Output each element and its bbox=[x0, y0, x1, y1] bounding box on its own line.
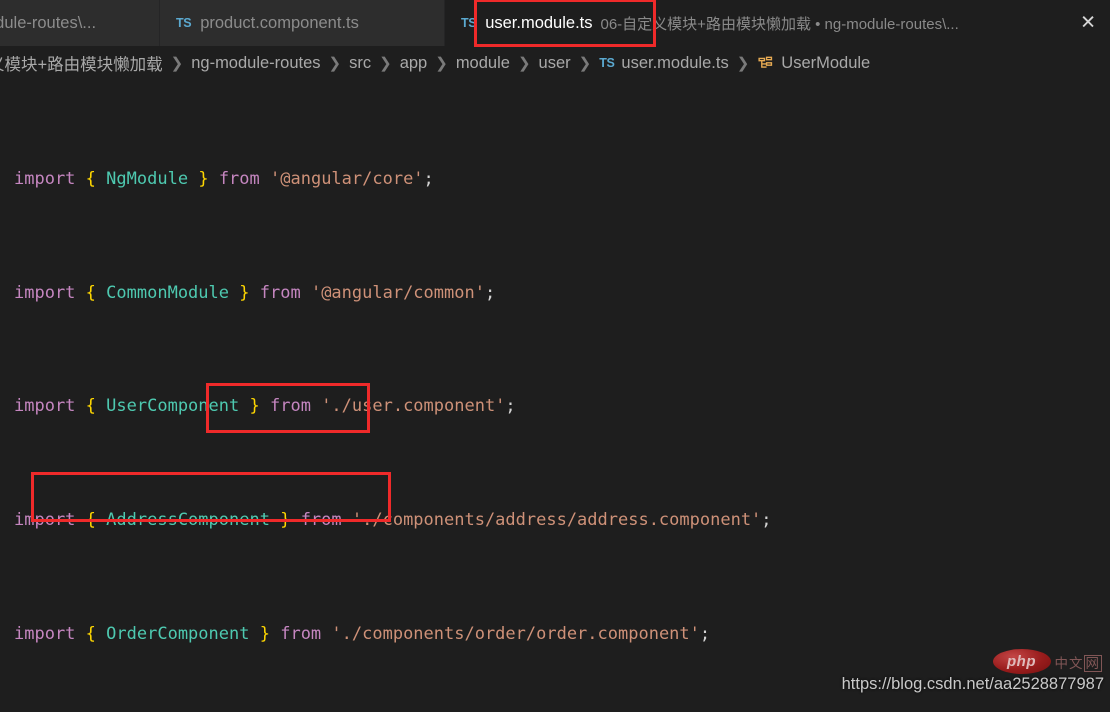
php-logo: php 中文网 bbox=[992, 649, 1102, 674]
breadcrumb-item-project[interactable]: 义模块+路由模块懒加载 bbox=[0, 51, 163, 75]
tab-product-component[interactable]: TS product.component.ts bbox=[160, 0, 445, 46]
module-symbol-icon bbox=[757, 55, 774, 72]
code-line: import { CommonModule } from '@angular/c… bbox=[14, 282, 496, 303]
tab-module-routes[interactable]: odule-routes\... bbox=[0, 0, 160, 46]
tab-label: user.module.ts bbox=[485, 13, 593, 32]
breadcrumb-item-user-module-ts[interactable]: user.module.ts bbox=[621, 54, 728, 73]
breadcrumb-item-src[interactable]: src bbox=[349, 54, 371, 73]
editor-tab-bar: odule-routes\... TS product.component.ts… bbox=[0, 0, 1110, 46]
php-logo-text: php bbox=[992, 649, 1051, 674]
tab-label: product.component.ts bbox=[200, 13, 359, 32]
code-line: import { AddressComponent } from './comp… bbox=[14, 510, 772, 531]
tab-label: odule-routes\... bbox=[0, 13, 97, 32]
chevron-right-icon: ❯ bbox=[435, 55, 448, 72]
close-icon[interactable]: ✕ bbox=[1080, 14, 1096, 33]
code-line: import { NgModule } from '@angular/core'… bbox=[14, 169, 434, 190]
chevron-right-icon: ❯ bbox=[578, 55, 592, 72]
breadcrumb: 义模块+路由模块懒加载 ❯ ng-module-routes ❯ src ❯ a… bbox=[0, 46, 1110, 80]
chevron-right-icon: ❯ bbox=[328, 55, 342, 72]
chevron-right-icon: ❯ bbox=[379, 55, 392, 72]
tab-description: 06-自定义模块+路由模块懒加载 • ng-module-routes\... bbox=[600, 15, 959, 33]
chevron-right-icon: ❯ bbox=[736, 55, 750, 72]
breadcrumb-item-module[interactable]: module bbox=[456, 54, 510, 73]
chevron-right-icon: ❯ bbox=[170, 55, 184, 72]
code-line: import { UserComponent } from './user.co… bbox=[14, 396, 516, 417]
typescript-file-icon: TS bbox=[461, 16, 477, 30]
breadcrumb-item-ng-module-routes[interactable]: ng-module-routes bbox=[191, 54, 320, 73]
vscode-window: odule-routes\... TS product.component.ts… bbox=[0, 0, 1110, 712]
tab-user-module[interactable]: TS user.module.ts 06-自定义模块+路由模块懒加载 • ng-… bbox=[445, 0, 1110, 46]
code-line: import { OrderComponent } from './compon… bbox=[14, 623, 711, 644]
breadcrumb-item-user[interactable]: user bbox=[539, 54, 571, 73]
chevron-right-icon: ❯ bbox=[517, 55, 531, 72]
php-logo-cn: 中文网 bbox=[1054, 654, 1102, 672]
code-editor[interactable]: import { NgModule } from '@angular/core'… bbox=[0, 80, 1110, 712]
typescript-file-icon: TS bbox=[176, 16, 192, 30]
breadcrumb-item-user-module-symbol[interactable]: UserModule bbox=[781, 54, 870, 73]
ts-file-icon: TS bbox=[599, 56, 615, 70]
breadcrumb-item-app[interactable]: app bbox=[400, 54, 428, 73]
watermark-url: https://blog.csdn.net/aa2528877987 bbox=[841, 675, 1104, 693]
